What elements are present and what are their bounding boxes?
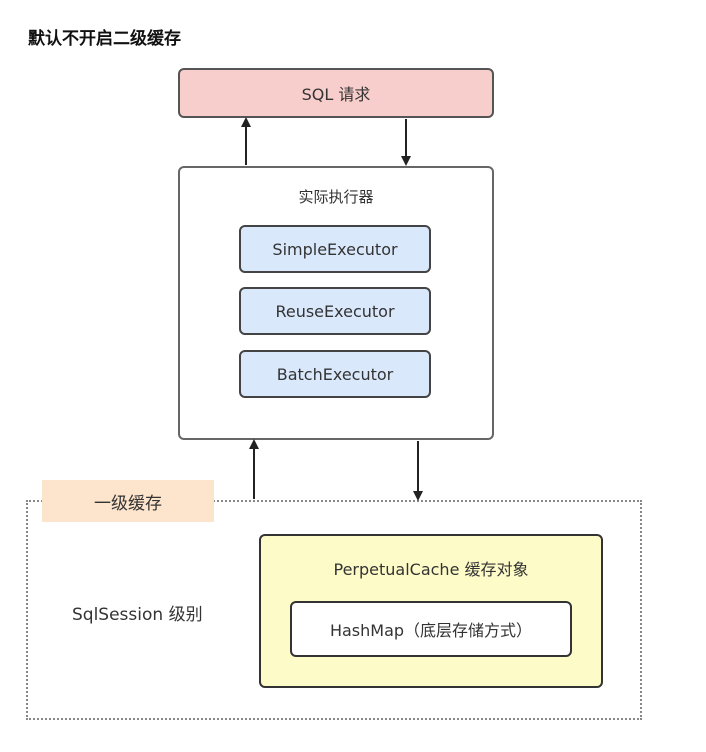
flow-arrows — [241, 117, 423, 501]
